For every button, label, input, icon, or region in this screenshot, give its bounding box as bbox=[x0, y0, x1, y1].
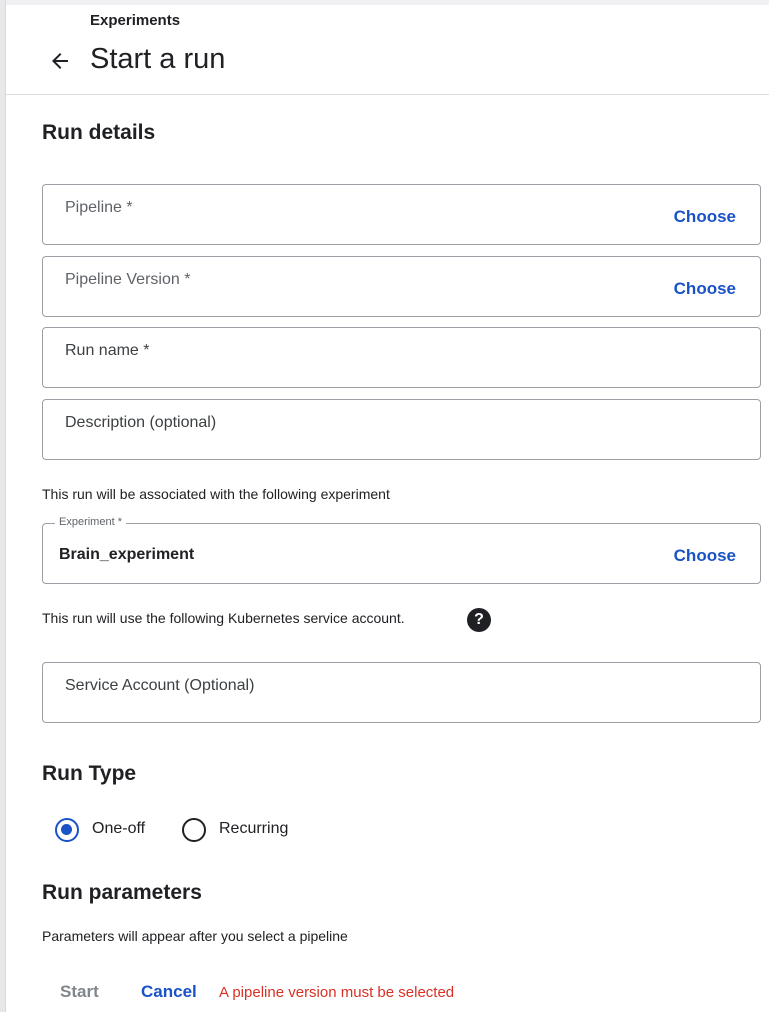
run-name-field[interactable]: Run name * bbox=[42, 327, 761, 388]
run-details-title: Run details bbox=[42, 121, 156, 144]
start-button[interactable]: Start bbox=[60, 982, 99, 1002]
recurring-label[interactable]: Recurring bbox=[219, 820, 288, 838]
page-header: Experiments Start a run bbox=[6, 5, 769, 95]
breadcrumb[interactable]: Experiments bbox=[90, 12, 180, 29]
pipeline-version-field-label: Pipeline Version * bbox=[65, 271, 191, 288]
pipeline-field-label: Pipeline * bbox=[65, 199, 133, 216]
arrow-back-icon[interactable] bbox=[48, 49, 72, 73]
error-message: A pipeline version must be selected bbox=[219, 984, 455, 1001]
help-icon[interactable]: ? bbox=[467, 608, 491, 632]
experiment-field[interactable]: Experiment * Brain_experiment Choose bbox=[42, 516, 761, 584]
service-account-info-text: This run will use the following Kubernet… bbox=[42, 610, 405, 626]
description-field-label: Description (optional) bbox=[65, 414, 217, 431]
description-field[interactable]: Description (optional) bbox=[42, 399, 761, 460]
run-name-field-label: Run name * bbox=[65, 342, 150, 359]
pipeline-field[interactable]: Pipeline * Choose bbox=[42, 184, 761, 245]
one-off-radio[interactable] bbox=[55, 818, 79, 842]
left-rail bbox=[0, 0, 6, 1012]
service-account-field-label: Service Account (Optional) bbox=[65, 677, 255, 694]
experiment-info-text: This run will be associated with the fol… bbox=[42, 486, 390, 502]
choose-pipeline-button[interactable]: Choose bbox=[674, 207, 736, 227]
one-off-label[interactable]: One-off bbox=[92, 820, 145, 838]
choose-pipeline-version-button[interactable]: Choose bbox=[674, 279, 736, 299]
run-parameters-info-text: Parameters will appear after you select … bbox=[42, 928, 348, 944]
start-run-page: Experiments Start a run Run details Pipe… bbox=[0, 0, 769, 1012]
run-type-title: Run Type bbox=[42, 762, 137, 785]
experiment-value: Brain_experiment bbox=[59, 546, 195, 563]
run-parameters-title: Run parameters bbox=[42, 881, 202, 904]
service-account-field[interactable]: Service Account (Optional) bbox=[42, 662, 761, 723]
experiment-field-label: Experiment * bbox=[55, 516, 126, 528]
choose-experiment-button[interactable]: Choose bbox=[674, 546, 736, 566]
pipeline-version-field[interactable]: Pipeline Version * Choose bbox=[42, 256, 761, 317]
cancel-button[interactable]: Cancel bbox=[141, 982, 197, 1002]
page-title: Start a run bbox=[90, 43, 226, 75]
recurring-radio[interactable] bbox=[182, 818, 206, 842]
